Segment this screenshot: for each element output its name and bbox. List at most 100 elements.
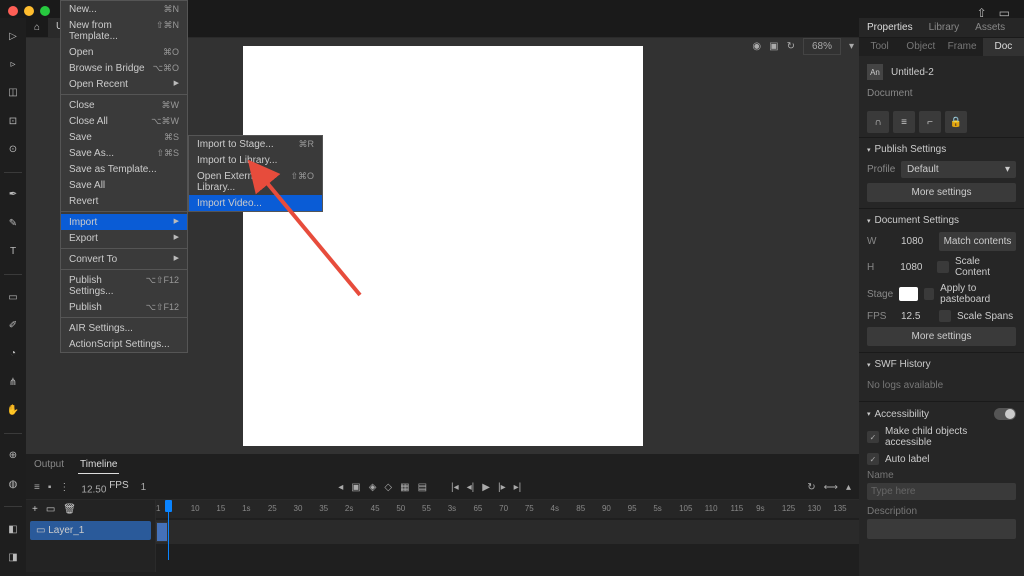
menu-item[interactable]: Close All⌥⌘W (61, 113, 187, 129)
edit-icon[interactable]: ≡ (893, 111, 915, 133)
tab-assets[interactable]: Assets (967, 18, 1013, 37)
brush-tool-icon[interactable]: ✎ (4, 215, 22, 231)
menu-item[interactable]: Browse in Bridge⌥⌘O (61, 60, 187, 76)
delete-layer-icon[interactable]: 🗑 (63, 504, 76, 515)
lock-icon[interactable]: 🔒 (945, 111, 967, 133)
workspace-icon[interactable]: ▭ (999, 6, 1010, 20)
zoom-tool-icon[interactable]: ⊕ (4, 448, 22, 464)
share-icon[interactable]: ⇧ (977, 6, 987, 20)
snap-icon[interactable]: ∩ (867, 111, 889, 133)
rotate-icon[interactable]: ↻ (787, 41, 795, 52)
play-icon[interactable]: ▶ (482, 482, 490, 493)
subselection-tool-icon[interactable]: ▹ (4, 56, 22, 72)
menu-item[interactable]: Export (61, 230, 187, 246)
keyframe[interactable] (156, 522, 168, 542)
scale-spans-checkbox[interactable] (939, 310, 951, 322)
more-settings-button-2[interactable]: More settings (867, 327, 1016, 346)
name-input[interactable]: Type here (867, 483, 1016, 500)
fps-display[interactable]: 12.50 FPS (81, 480, 128, 495)
menu-item[interactable]: Save⌘S (61, 129, 187, 145)
make-accessible-checkbox[interactable] (867, 431, 879, 443)
menu-item[interactable]: ActionScript Settings... (61, 336, 187, 352)
home-tab-icon[interactable]: ⌂ (26, 18, 48, 38)
accessibility-toggle[interactable] (994, 408, 1016, 420)
step-forward-icon[interactable]: |▸ (498, 482, 506, 493)
timeline-options-icon[interactable]: ▴ (846, 482, 851, 493)
more-settings-button[interactable]: More settings (867, 183, 1016, 202)
acc-header[interactable]: ▾Accessibility (867, 408, 1016, 420)
menu-item[interactable]: Save As...⇧⌘S (61, 145, 187, 161)
selection-tool-icon[interactable]: ▷ (4, 28, 22, 44)
match-contents-button[interactable]: Match contents (939, 232, 1016, 251)
width-value[interactable]: 1080 (901, 236, 933, 247)
fps-value[interactable]: 12.5 (901, 311, 933, 322)
bone-tool-icon[interactable]: ⋔ (4, 374, 22, 390)
camera-tl-icon[interactable]: ▪ (48, 482, 52, 493)
tab-library[interactable]: Library (921, 18, 968, 37)
menu-item[interactable]: New from Template...⇧⌘N (61, 17, 187, 44)
layer-row[interactable]: ▭ Layer_1 (30, 521, 151, 540)
add-layer-icon[interactable]: + (32, 504, 38, 515)
bucket-tool-icon[interactable]: ◍ (4, 476, 22, 492)
menu-item[interactable]: Open Recent (61, 76, 187, 92)
subtab-tool[interactable]: Tool (859, 38, 900, 56)
fill-color-icon[interactable]: ◨ (4, 550, 22, 566)
view-mode-icon[interactable]: ◉ (752, 41, 761, 52)
center-frame-icon[interactable]: ▤ (418, 482, 427, 493)
frame-number[interactable]: 1 (141, 482, 147, 493)
timeline-zoom-icon[interactable]: ⟷ (824, 482, 838, 493)
menu-item[interactable]: New...⌘N (61, 1, 187, 17)
keyframe-icon[interactable]: ≡ (34, 482, 40, 493)
height-value[interactable]: 1080 (900, 262, 931, 273)
menu-item[interactable]: Save as Template... (61, 161, 187, 177)
tab-timeline[interactable]: Timeline (78, 456, 119, 474)
menu-item[interactable]: Publish Settings...⌥⇧F12 (61, 272, 187, 299)
stage[interactable] (243, 46, 643, 446)
tab-properties[interactable]: Properties (859, 18, 921, 37)
menu-item[interactable]: Open⌘O (61, 44, 187, 60)
camera-tool-icon[interactable]: ◫ (4, 85, 22, 101)
rectangle-tool-icon[interactable]: ▭ (4, 289, 22, 305)
apply-pasteboard-checkbox[interactable] (924, 288, 934, 300)
hand-tool-icon[interactable]: ✋ (4, 402, 22, 418)
pen-tool-icon[interactable]: ✒ (4, 187, 22, 203)
step-back-icon[interactable]: ◂| (467, 482, 475, 493)
submenu-item[interactable]: Import to Library... (189, 152, 322, 168)
menu-item[interactable]: Import (61, 214, 187, 230)
menu-item[interactable]: Publish⌥⇧F12 (61, 299, 187, 315)
first-frame-icon[interactable]: |◂ (451, 482, 459, 493)
eyedropper-tool-icon[interactable]: ✐ (4, 317, 22, 333)
submenu-item[interactable]: Import Video... (189, 195, 322, 211)
stroke-color-icon[interactable]: ◧ (4, 521, 22, 537)
menu-item[interactable]: Convert To (61, 251, 187, 267)
menu-item[interactable]: Close⌘W (61, 97, 187, 113)
stage-color-swatch[interactable] (899, 287, 918, 301)
tab-output[interactable]: Output (32, 456, 66, 474)
guide-icon[interactable]: ⌐ (919, 111, 941, 133)
subtab-doc[interactable]: Doc (983, 38, 1024, 56)
text-tool-icon[interactable]: T (4, 244, 22, 260)
paint-tool-icon[interactable]: ◔ (4, 346, 22, 362)
onion-skin-icon[interactable]: ◇ (384, 482, 392, 493)
clip-icon[interactable]: ▣ (769, 41, 778, 52)
profile-dropdown[interactable]: Default▾ (901, 161, 1016, 178)
maximize-window-icon[interactable] (40, 6, 50, 16)
docset-header[interactable]: ▾Document Settings (867, 215, 1016, 226)
scale-content-checkbox[interactable] (937, 261, 949, 273)
submenu-item[interactable]: Import to Stage...⌘R (189, 136, 322, 152)
frame-pane[interactable]: 1510151s2530352s4550553s6570754s8590955s… (156, 500, 859, 572)
layer-depth-icon[interactable]: ⋮ (59, 482, 69, 493)
playhead[interactable] (168, 500, 169, 560)
auto-label-checkbox[interactable] (867, 453, 879, 465)
close-window-icon[interactable] (8, 6, 18, 16)
description-input[interactable] (867, 519, 1016, 539)
publish-header[interactable]: ▾Publish Settings (867, 144, 1016, 155)
frame-track[interactable] (156, 520, 859, 544)
remove-frame-icon[interactable]: ▣ (351, 482, 360, 493)
submenu-item[interactable]: Open External Library...⇧⌘O (189, 168, 322, 195)
subtab-object[interactable]: Object (900, 38, 941, 56)
zoom-dropdown-icon[interactable]: ▾ (849, 41, 854, 52)
swf-header[interactable]: ▾SWF History (867, 359, 1016, 370)
free-transform-tool-icon[interactable]: ⊡ (4, 113, 22, 129)
menu-item[interactable]: Save All (61, 177, 187, 193)
